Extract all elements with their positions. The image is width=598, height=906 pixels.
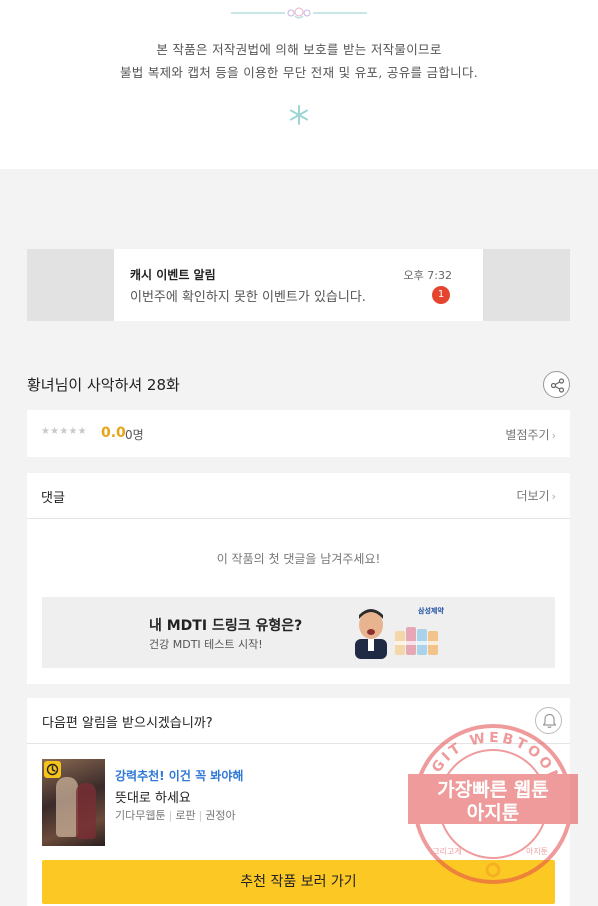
episode-title: 황녀님이 사악하셔 28화 [27,376,180,394]
tag: 기다무웹툰 [115,809,166,822]
divider [27,743,570,744]
ad-headline: 내 MDTI 드링크 유형은? [149,618,303,634]
ad-subline: 건강 MDTI 테스트 시작! [149,638,263,651]
rate-button[interactable]: 별점주기 › [505,426,556,443]
rating-stars: ★★★★★ [41,426,87,437]
recommend-label: 강력추천! 이건 꼭 봐야해 [115,769,244,783]
event-count-badge: 1 [432,286,450,304]
event-title: 캐시 이벤트 알림 [130,268,216,282]
chevron-right-icon: › [551,429,556,442]
comments-more-label: 더보기 [516,489,550,503]
copyright-line-1: 본 작품은 저작권법에 의해 보호를 받는 저작물이므로 [156,42,442,57]
tag: 로판 [175,809,196,822]
share-button[interactable] [543,371,570,398]
ad-banner[interactable]: 내 MDTI 드링크 유형은? 건강 MDTI 테스트 시작! 삼성제약 [42,597,555,668]
comments-title: 댓글 [41,491,65,506]
rate-label: 별점주기 [505,428,550,442]
clock-icon [46,763,59,776]
cover-figure [56,777,78,837]
recommended-work-title[interactable]: 뜻대로 하세요 [115,787,191,806]
next-episode-panel: 다음편 알림을 받으시겠습니까? 강력추천! 이건 꼭 봐야해 뜻대로 하세요 … [27,698,570,906]
floral-ornament-icon [231,7,367,19]
share-icon [550,378,565,393]
comments-panel: 댓글 더보기 › 이 작품의 첫 댓글을 남겨주세요! 내 MDTI 드링크 유형… [27,473,570,684]
comments-empty-message[interactable]: 이 작품의 첫 댓글을 남겨주세요! [27,550,570,567]
chevron-right-icon: › [551,490,556,503]
bell-icon [542,713,557,729]
comments-header: 댓글 더보기 › [27,473,570,519]
event-time: 오후 7:32 [403,269,452,282]
view-recommended-button[interactable]: 추천 작품 보러 가기 [42,860,555,904]
alert-toggle-button[interactable] [535,707,562,734]
tag: 권정아 [205,809,236,822]
copyright-line-2: 불법 복제와 캡처 등을 이용한 무단 전재 및 유포, 공유를 금합니다. [119,65,479,80]
ad-brand: 삼성제약 [418,607,444,615]
rating-count: 0명 [125,428,144,442]
wait-free-badge [44,761,61,778]
next-alert-question: 다음편 알림을 받으시겠습니까? [42,716,213,731]
recommended-work-tags: 기다무웹툰 | 로판 | 권정아 [115,807,236,823]
cover-figure [76,783,96,839]
rating-score: 0.0 [101,425,126,441]
tag-separator: | [198,809,203,822]
comments-more-button[interactable]: 더보기 › [516,487,556,504]
event-banner[interactable]: 캐시 이벤트 알림 이번주에 확인하지 못한 이벤트가 있습니다. 오후 7:3… [27,249,570,321]
snowflake-icon [290,105,308,125]
copyright-notice: 본 작품은 저작권법에 의해 보호를 받는 저작물이므로 불법 복제와 캡처 등… [0,0,598,169]
event-message: 이번주에 확인하지 못한 이벤트가 있습니다. [130,290,366,305]
tag-separator: | [168,809,173,822]
recommended-work-thumbnail[interactable] [42,759,105,846]
rating-panel: ★★★★★ 0.0 0명 별점주기 › [27,410,570,457]
event-notification-card[interactable]: 캐시 이벤트 알림 이번주에 확인하지 못한 이벤트가 있습니다. 오후 7:3… [114,249,483,321]
